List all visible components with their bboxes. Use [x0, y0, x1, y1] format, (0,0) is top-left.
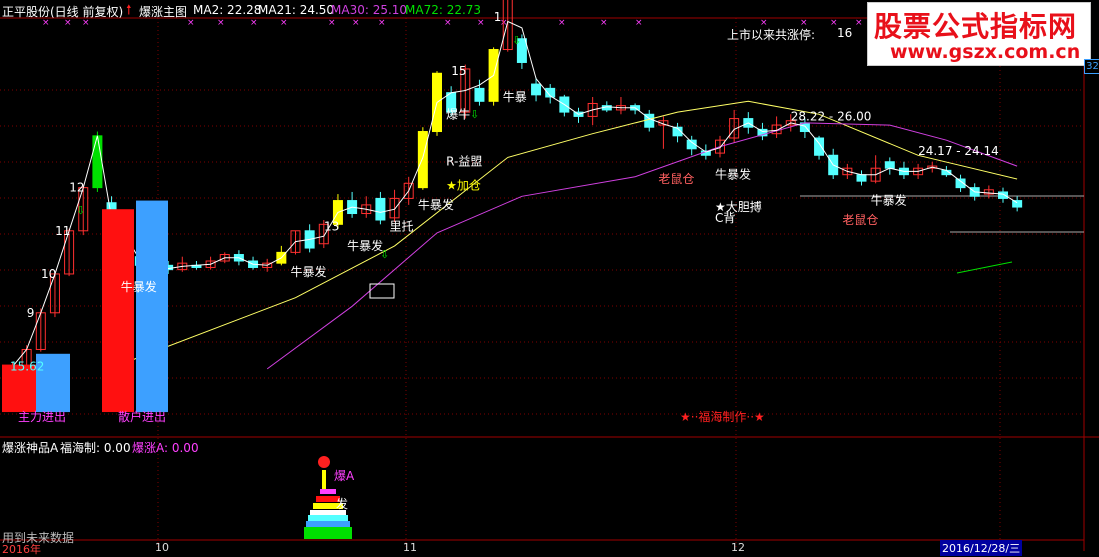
signal-label: 牛暴发	[715, 167, 751, 182]
ma72-value: MA72: 22.73	[405, 3, 482, 17]
candle-body	[814, 137, 825, 156]
price-count-label: 1	[494, 10, 502, 24]
ma21-value: MA21: 24.50	[258, 3, 335, 17]
candle-body	[998, 191, 1008, 199]
limit-marker: ×	[328, 18, 336, 28]
price-count-label: 13	[324, 219, 339, 233]
retail-label: 散户进出	[118, 409, 166, 424]
bao-a-label: 爆A	[334, 469, 355, 483]
down-arrow-icon: ⇩	[380, 248, 389, 261]
candle-body	[92, 135, 103, 189]
signal-label: 老鼠仓	[658, 172, 694, 186]
limit-marker: ×	[635, 18, 643, 28]
limit-marker: ×	[352, 18, 360, 28]
limit-marker: ×	[378, 18, 386, 28]
fuhai-value: 福海制: 0.00	[60, 441, 131, 455]
signal-label: R-益盟	[446, 155, 482, 169]
candle-body	[856, 174, 867, 182]
indicator-name[interactable]: 爆涨主图	[139, 3, 187, 20]
limit-marker: ×	[217, 18, 225, 28]
ma2-value: MA2: 22.28	[193, 3, 262, 17]
down-arrow-icon: ⇩	[470, 108, 479, 121]
year-label: 2016年	[2, 543, 41, 556]
pyramid-segment	[320, 489, 336, 494]
candle-body	[884, 161, 895, 169]
month-10: 10	[155, 541, 169, 554]
limit-marker: ×	[558, 18, 566, 28]
limit-marker: ×	[250, 18, 258, 28]
price-count-label: 15	[451, 64, 466, 78]
sub-indicator-name[interactable]: 爆涨神品A	[2, 439, 58, 456]
limit-up-label: 上市以来共涨停:	[727, 28, 816, 42]
month-12: 12	[731, 541, 745, 554]
candle-body	[375, 197, 386, 221]
down-arrow-icon: ⇩	[512, 34, 521, 47]
flow-bar	[102, 209, 134, 413]
limit-marker: ×	[855, 18, 863, 28]
flow-bar	[136, 200, 168, 413]
candle-body	[417, 131, 428, 189]
limit-marker: ×	[477, 18, 485, 28]
limit-marker: ×	[600, 18, 608, 28]
ma-yellow-line	[125, 100, 1018, 363]
signal-label: 牛暴发	[418, 197, 454, 212]
ma-green-segment	[956, 261, 1013, 274]
pyramid-segment	[306, 521, 350, 527]
value-annotation: 24.17 - 24.14	[918, 144, 999, 158]
candle-body	[531, 83, 542, 96]
author-label: ★··福海制作··★	[680, 409, 765, 424]
signal-label: C背	[715, 211, 735, 225]
candle-body	[1012, 200, 1023, 208]
watermark-logo: 股票公式指标网 www.gszx.com.cn	[867, 2, 1091, 66]
limit-marker: ×	[444, 18, 452, 28]
price-count-label: 12	[69, 181, 84, 195]
signal-label: ★加仓	[446, 178, 481, 192]
signal-label: 老鼠仓	[842, 213, 878, 227]
price-count-label: 10	[41, 267, 56, 281]
limit-marker: ×	[280, 18, 288, 28]
pyramid-segment	[308, 515, 348, 521]
price-count-label: 9	[27, 306, 35, 320]
signal-label: 牛暴发	[121, 279, 157, 294]
price-axis-label: 32	[1084, 59, 1099, 74]
pyramid-stem	[322, 470, 326, 489]
signal-label: 牛暴发	[291, 264, 327, 279]
limit-up-count: 16	[837, 26, 853, 40]
value-annotation: 28.22 - 26.00	[791, 109, 872, 123]
price-count-label: 11	[55, 224, 70, 238]
limit-marker: ×	[187, 18, 195, 28]
signal-label: 里托	[390, 219, 414, 233]
ma30-value: MA30: 25.10	[331, 3, 408, 17]
chart-canvas: ××××××××××××××××××××× 91011121315115.623…	[0, 0, 1099, 551]
watermark-title: 股票公式指标网	[874, 10, 1078, 43]
stock-title[interactable]: 正平股份(日线 前复权)	[2, 3, 123, 20]
candle-body	[474, 87, 485, 102]
up-arrow-icon: 🠕	[126, 3, 132, 18]
month-11: 11	[403, 541, 417, 554]
main-force-label: 主力进出	[18, 410, 66, 424]
pyramid-segment	[304, 527, 352, 539]
value-annotation: 15.62	[10, 360, 44, 374]
fa-label: 发	[336, 497, 349, 511]
watermark-url: www.gszx.com.cn	[890, 41, 1081, 63]
signal-ball-icon	[318, 456, 330, 468]
signal-label: 牛暴	[503, 89, 527, 104]
signal-label: 牛暴发	[347, 238, 383, 253]
signal-label: 牛暴发	[871, 193, 907, 208]
down-arrow-icon: ⇩	[76, 204, 85, 217]
signal-label: 爆牛	[446, 106, 470, 121]
cursor-date: 2016/12/28/三	[940, 540, 1023, 556]
baozhang-value: 爆涨A: 0.00	[132, 441, 199, 455]
tuo-box	[369, 283, 395, 299]
